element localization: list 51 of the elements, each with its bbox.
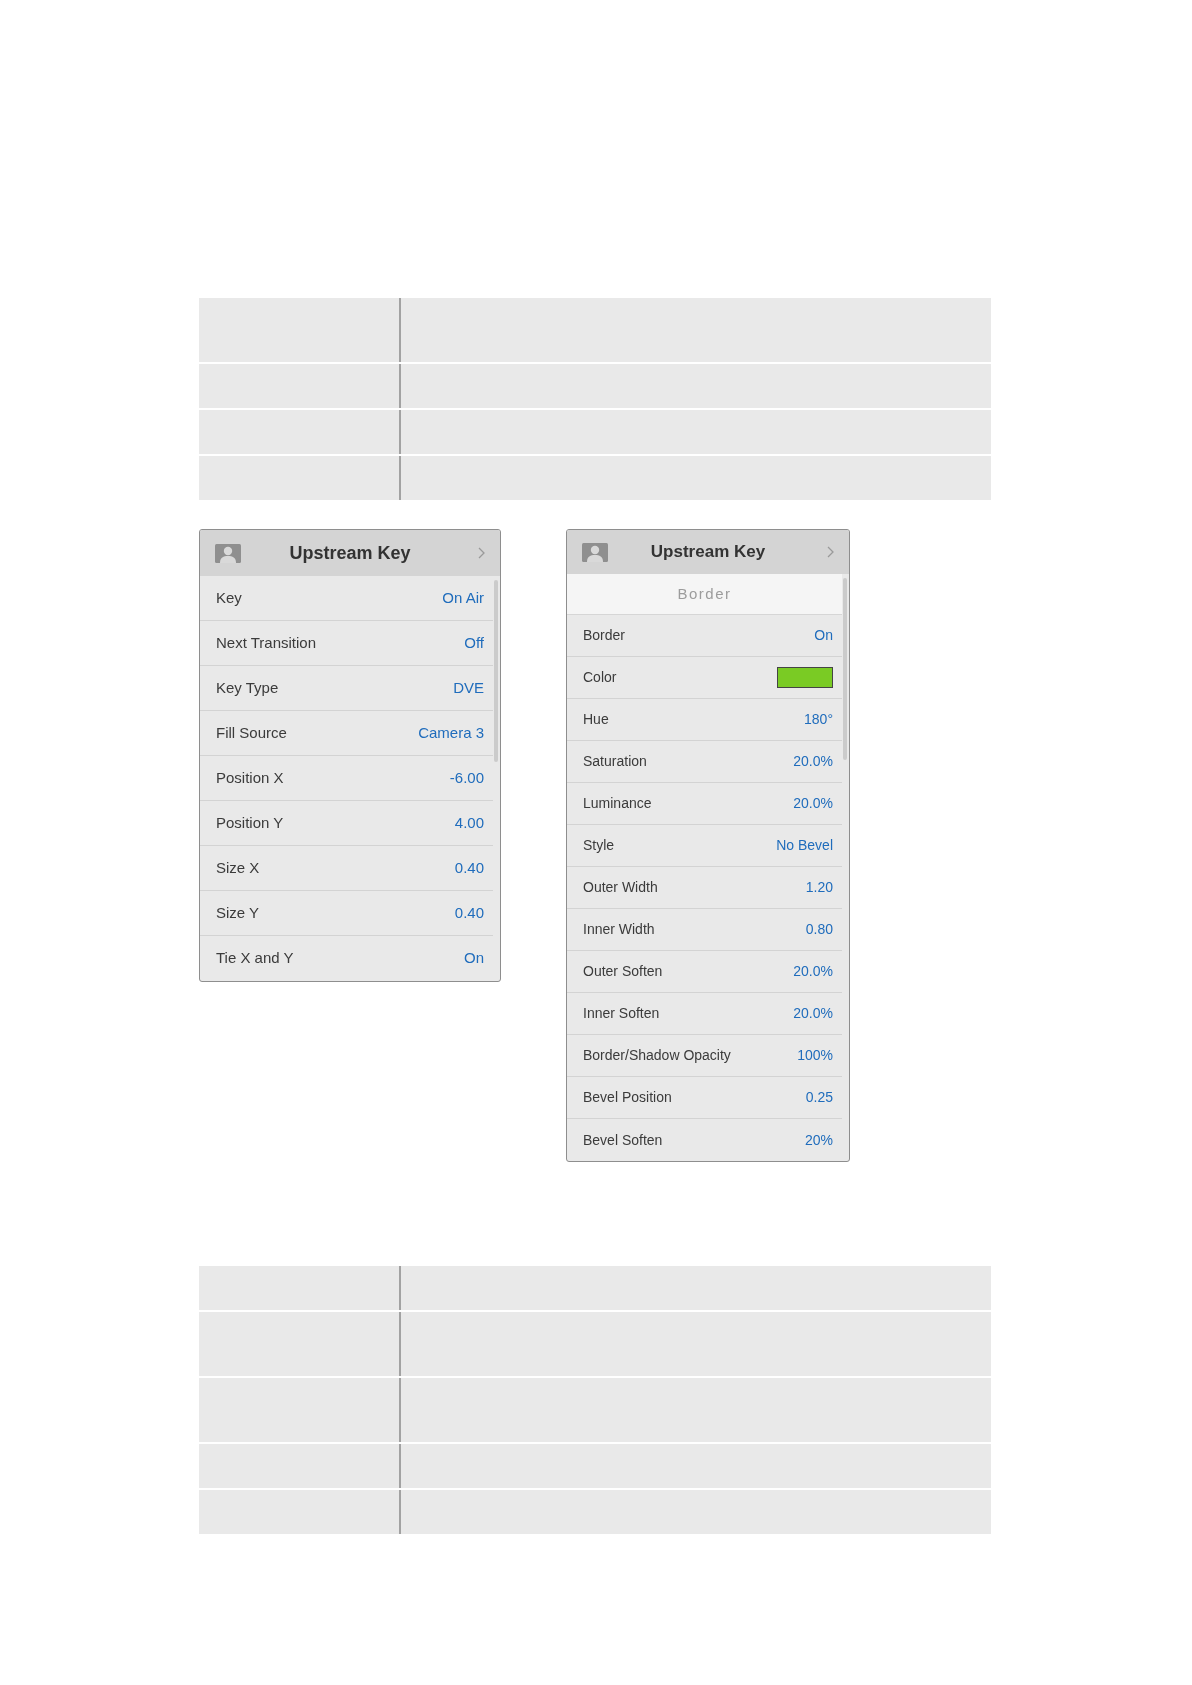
setting-value[interactable]: 1.20 [805, 877, 833, 898]
setting-value[interactable]: On Air [442, 586, 484, 610]
setting-label: Key Type [216, 677, 279, 698]
setting-label: Bevel Position [583, 1088, 672, 1107]
setting-label: Inner Width [583, 920, 655, 939]
setting-value[interactable]: On [464, 947, 484, 970]
setting-label: Outer Soften [583, 962, 663, 981]
setting-label: Fill Source [216, 722, 287, 743]
setting-label: Outer Width [583, 878, 658, 897]
setting-value[interactable]: 20.0% [793, 1003, 833, 1024]
avatar-icon [582, 542, 608, 562]
setting-label: Hue [583, 710, 609, 729]
setting-value[interactable]: DVE [453, 676, 484, 700]
setting-value[interactable]: On [814, 625, 833, 646]
setting-value[interactable]: 100% [797, 1045, 833, 1066]
section-title: Border [567, 574, 842, 615]
setting-value[interactable]: 0.25 [805, 1087, 833, 1108]
setting-label: Luminance [583, 794, 652, 813]
setting-value[interactable]: Camera 3 [418, 721, 484, 745]
chevron-right-icon[interactable] [827, 546, 834, 558]
color-swatch-icon[interactable] [777, 667, 833, 688]
setting-label: Position X [216, 767, 284, 788]
setting-value[interactable]: 0.40 [454, 901, 484, 925]
setting-label: Size Y [216, 902, 260, 923]
setting-value[interactable]: 20% [804, 1129, 833, 1151]
setting-value[interactable]: -6.00 [449, 766, 484, 790]
setting-label: Size X [216, 857, 260, 878]
setting-value[interactable]: 20.0% [793, 961, 833, 982]
setting-label: Next Transition [216, 632, 317, 653]
setting-value[interactable]: No Bevel [776, 835, 833, 856]
setting-value[interactable]: 20.0% [793, 793, 833, 814]
setting-value[interactable]: 180° [804, 709, 833, 730]
setting-label: Inner Soften [583, 1004, 660, 1023]
chevron-right-icon[interactable] [478, 547, 485, 559]
panel-title: Upstream Key [289, 541, 411, 565]
panel-title: Upstream Key [650, 541, 766, 564]
setting-value[interactable]: 4.00 [454, 811, 484, 835]
setting-value[interactable]: Off [464, 631, 484, 655]
avatar-icon [215, 543, 241, 563]
setting-label: Style [583, 836, 615, 855]
setting-label: Saturation [583, 752, 647, 771]
setting-label: Key [216, 587, 242, 608]
setting-value[interactable]: 0.80 [805, 919, 833, 940]
setting-label: Border [583, 626, 626, 645]
setting-value[interactable]: 0.40 [454, 856, 484, 880]
setting-label: Color [583, 668, 617, 687]
setting-value[interactable]: 20.0% [793, 751, 833, 772]
setting-label: Bevel Soften [583, 1130, 663, 1150]
setting-label: Tie X and Y [216, 948, 294, 969]
setting-label: Border/Shadow Opacity [583, 1046, 731, 1065]
setting-label: Position Y [216, 812, 284, 833]
